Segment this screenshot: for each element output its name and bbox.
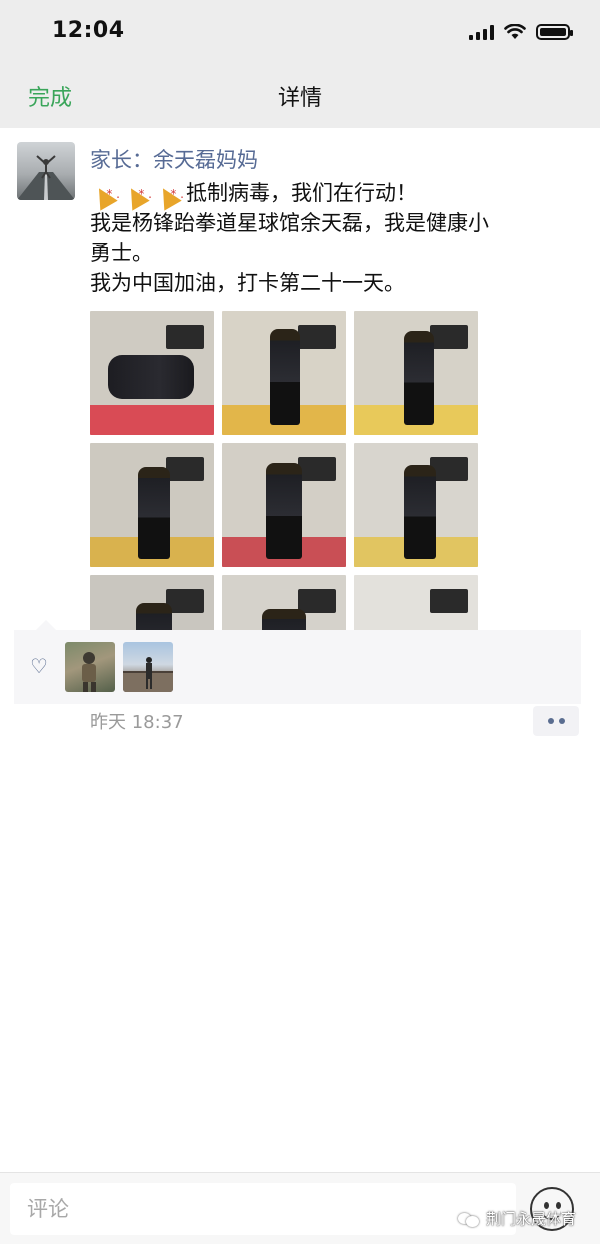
post-photo[interactable] [90,311,214,435]
post-line: 抵制病毒，我们在行动！ [90,178,580,209]
photo-prop [430,325,468,349]
photo-person [266,463,302,559]
wifi-icon [504,24,526,39]
comment-input[interactable] [10,1183,516,1235]
post-line: 勇士。 [90,241,153,265]
post-photo[interactable] [354,443,478,567]
photo-floor [90,405,214,435]
photo-person [404,331,434,425]
photo-person [404,465,436,559]
party-popper-icon [90,179,120,209]
battery-icon [536,24,573,40]
photo-person [108,355,194,399]
photo-prop [298,589,336,613]
photo-person [138,467,170,559]
liker-avatar[interactable] [65,642,115,692]
photo-prop [298,457,336,481]
post-line: 我为中国加油，打卡第二十一天。 [90,271,405,295]
wechat-logo-icon [458,1211,480,1227]
post-photo[interactable] [90,443,214,567]
photo-person [270,329,300,425]
post-line-text: 抵制病毒，我们在行动！ [186,181,417,205]
post-time: 昨天 18:37 [90,712,184,733]
avatar[interactable] [17,142,75,200]
photo-prop [166,325,204,349]
likes-panel: ♡ [14,620,581,704]
liker-avatar[interactable] [123,642,173,692]
status-bar: 12:04 [0,0,600,62]
photo-prop [430,589,468,613]
liker-avatar-image [82,652,96,692]
more-actions-button[interactable] [533,706,579,736]
watermark-text: 荆门永晟体育 [486,1210,577,1228]
post-photo[interactable] [354,311,478,435]
nav-bar: 完成 详情 [0,62,600,128]
status-time: 12:04 [52,18,125,43]
heart-icon: ♡ [30,654,48,678]
post-line: 我是杨锋跆拳道星球馆余天磊，我是健康小 [90,211,489,235]
photo-prop [166,457,204,481]
dot-icon [558,718,565,724]
party-popper-icon [122,179,152,209]
page-title: 详情 [277,86,322,111]
party-popper-icon [154,179,184,209]
status-icons [469,22,573,42]
photo-prop [298,325,336,349]
avatar-image [17,155,75,200]
author-name[interactable]: 家长：余天磊妈妈 [90,144,258,174]
dot-icon [547,718,554,724]
party-popper-icon-group [90,179,184,209]
cellular-signal-icon [469,24,494,40]
liker-avatar-image [123,657,173,692]
post-text: 抵制病毒，我们在行动！ 我是杨锋跆拳道星球馆余天磊，我是健康小 勇士。 我为中国… [90,178,580,298]
post-photo[interactable] [222,311,346,435]
watermark: 荆门永晟体育 [458,1208,576,1229]
post-photo[interactable] [222,443,346,567]
